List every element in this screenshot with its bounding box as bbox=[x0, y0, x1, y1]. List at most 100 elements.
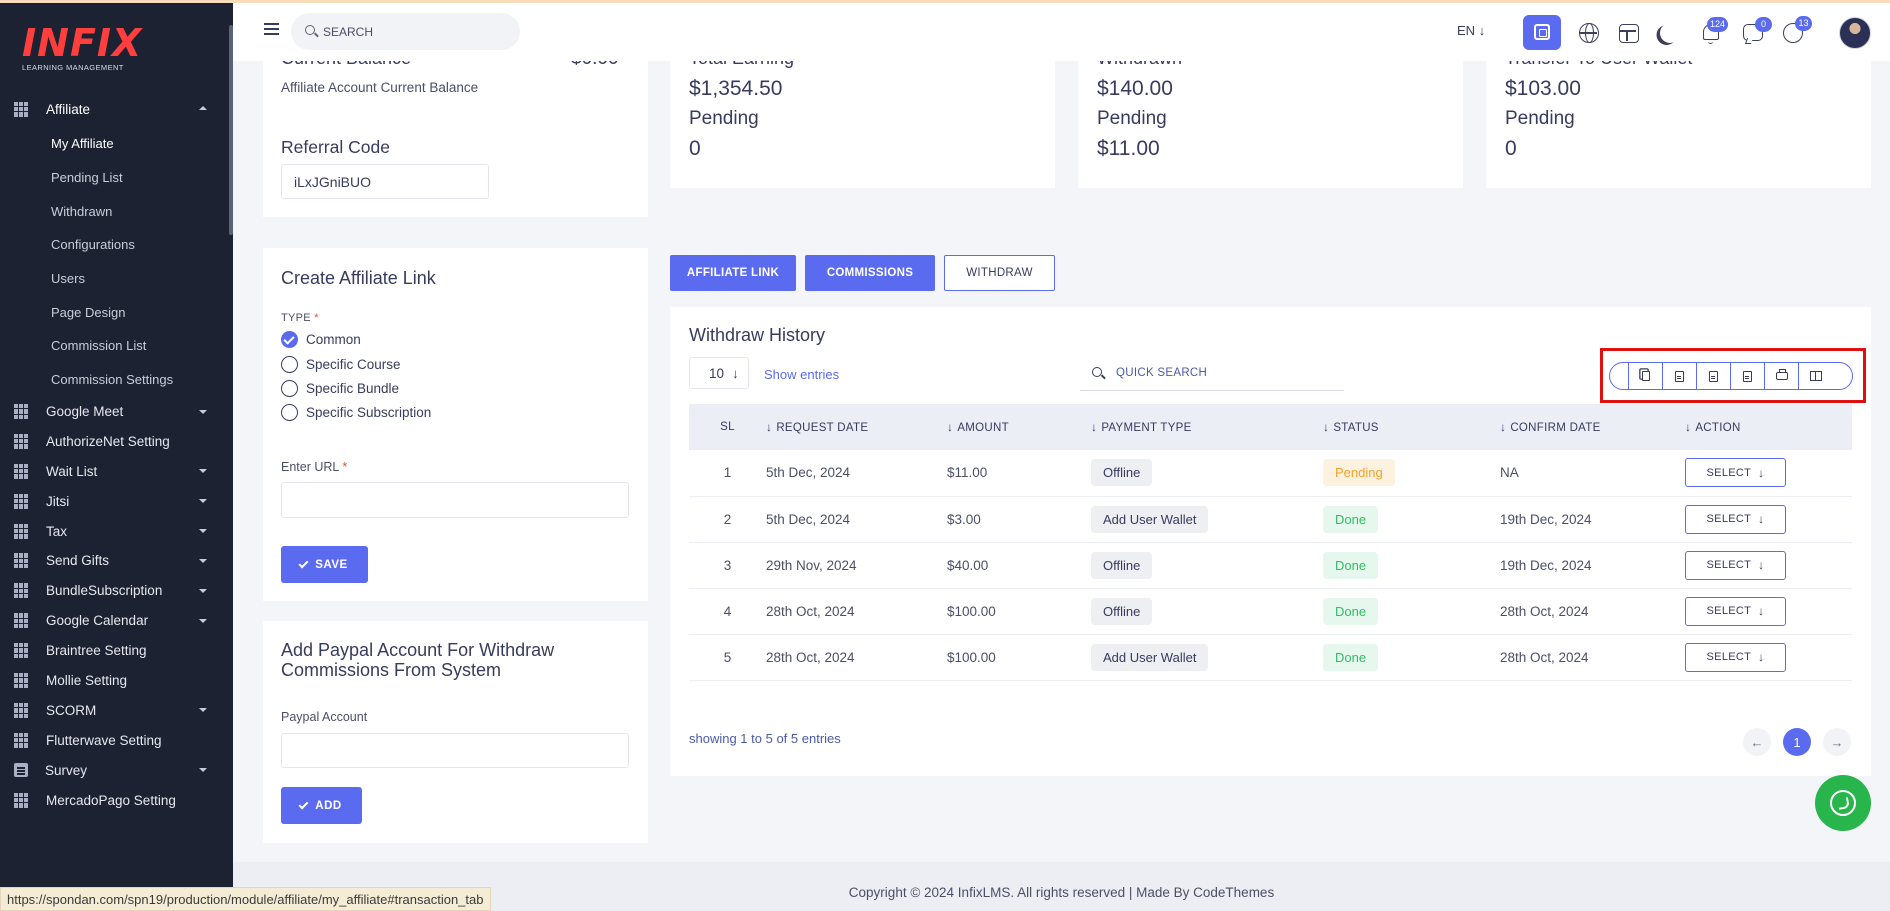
grid-icon bbox=[14, 613, 29, 629]
select-action-button[interactable]: SELECT ↓ bbox=[1685, 642, 1786, 672]
cell-request-date: 5th Dec, 2024 bbox=[766, 496, 947, 543]
sort-arrow-icon: ↓ bbox=[947, 420, 954, 434]
stat-pending-label: Pending bbox=[689, 108, 759, 129]
search-input[interactable] bbox=[323, 13, 513, 50]
select-action-button[interactable]: SELECT ↓ bbox=[1685, 504, 1786, 534]
payment-type-badge: Offline bbox=[1091, 459, 1153, 487]
sidebar-item-mollie-setting[interactable]: Mollie Setting bbox=[0, 666, 229, 696]
sidebar-item-wait-list[interactable]: Wait List bbox=[0, 456, 229, 486]
save-button[interactable]: SAVE bbox=[281, 546, 368, 583]
cell-action: SELECT ↓ bbox=[1685, 634, 1852, 681]
save-label: SAVE bbox=[315, 558, 348, 571]
bell-icon[interactable]: 124 bbox=[1703, 17, 1728, 44]
sidebar-item-label: Affiliate bbox=[46, 101, 91, 117]
column-header[interactable]: ↓ PAYMENT TYPE bbox=[1091, 404, 1323, 450]
column-header[interactable]: ↓ CONFIRM DATE bbox=[1500, 404, 1685, 450]
sidebar-item-mercadopago-setting[interactable]: MercadoPago Setting bbox=[0, 785, 229, 815]
csv-icon bbox=[1675, 370, 1684, 382]
csv-button[interactable] bbox=[1662, 363, 1696, 389]
tab-commissions[interactable]: COMMISSIONS bbox=[805, 255, 935, 291]
sidebar-subitem-configurations[interactable]: Configurations bbox=[51, 228, 229, 262]
sidebar-item-label: BundleSubscription bbox=[46, 583, 163, 599]
sidebar-subitem-commission-list[interactable]: Commission List bbox=[51, 329, 229, 363]
check-icon bbox=[298, 558, 309, 568]
cell-status: Done bbox=[1323, 588, 1500, 635]
print-button[interactable] bbox=[1764, 363, 1798, 389]
sidebar-item-label: Google Meet bbox=[46, 403, 124, 419]
export-buttons bbox=[1609, 362, 1853, 390]
referral-code-field[interactable]: iLxJGniBUO bbox=[281, 164, 489, 199]
caret-down-icon bbox=[199, 499, 207, 504]
sidebar-item-google-meet[interactable]: Google Meet bbox=[0, 397, 229, 427]
sidebar-item-authorizenet-setting[interactable]: AuthorizeNet Setting bbox=[0, 426, 229, 456]
moon-icon[interactable] bbox=[1656, 19, 1683, 46]
sidebar-subitem-commission-settings[interactable]: Commission Settings bbox=[51, 363, 229, 397]
language-select[interactable]: EN ↓ bbox=[1457, 23, 1485, 38]
next-page-button[interactable]: → bbox=[1823, 728, 1851, 756]
select-action-button[interactable]: SELECT ↓ bbox=[1685, 458, 1786, 488]
column-header[interactable]: ↓ STATUS bbox=[1323, 404, 1500, 450]
select-action-button[interactable]: SELECT ↓ bbox=[1685, 596, 1786, 626]
sidebar-item-scorm[interactable]: SCORM bbox=[0, 695, 229, 725]
required-mark: * bbox=[342, 460, 348, 474]
sidebar-subitem-my-affiliate[interactable]: My Affiliate bbox=[51, 127, 229, 161]
whatsapp-icon[interactable]: 13 bbox=[1783, 16, 1812, 43]
cell-sl: 4 bbox=[689, 588, 766, 635]
column-header[interactable]: ↓ REQUEST DATE bbox=[766, 404, 947, 450]
print-icon bbox=[1775, 369, 1788, 380]
radio-specific-subscription[interactable]: Specific Subscription bbox=[281, 404, 431, 421]
sidebar-subitem-withdrawn[interactable]: Withdrawn bbox=[51, 194, 229, 228]
status-badge: Done bbox=[1323, 643, 1379, 671]
logo[interactable]: INFIX LEARNING MANAGEMENT bbox=[22, 23, 142, 73]
sidebar-item-google-calendar[interactable]: Google Calendar bbox=[0, 606, 229, 636]
sidebar-item-survey[interactable]: Survey bbox=[0, 755, 229, 785]
cell-payment-type: Add User Wallet bbox=[1091, 496, 1323, 543]
quick-search-input[interactable] bbox=[1116, 357, 1336, 389]
sidebar-subitem-page-design[interactable]: Page Design bbox=[51, 295, 229, 329]
whatsapp-chat-button[interactable] bbox=[1815, 775, 1871, 831]
chip-icon[interactable] bbox=[1523, 15, 1561, 50]
column-header[interactable]: SL bbox=[689, 404, 766, 450]
prev-page-button[interactable]: ← bbox=[1743, 728, 1771, 756]
hamburger-menu-icon[interactable] bbox=[264, 23, 279, 35]
avatar[interactable] bbox=[1839, 17, 1871, 49]
chat-icon[interactable]: 0 bbox=[1743, 17, 1772, 41]
copy-button[interactable] bbox=[1628, 363, 1662, 389]
sidebar-item-jitsi[interactable]: Jitsi bbox=[0, 486, 229, 516]
arrow-down-icon: ↓ bbox=[1758, 512, 1765, 526]
paypal-input[interactable] bbox=[281, 733, 629, 768]
sidebar-item-flutterwave-setting[interactable]: Flutterwave Setting bbox=[0, 725, 229, 755]
url-label-text: Enter URL bbox=[281, 460, 339, 474]
tab-withdraw[interactable]: WITHDRAW bbox=[944, 255, 1055, 291]
grid-icon bbox=[14, 101, 29, 117]
pdf-button[interactable] bbox=[1730, 363, 1764, 389]
radio-common[interactable]: Common bbox=[281, 331, 361, 348]
sidebar-item-send-gifts[interactable]: Send Gifts bbox=[0, 546, 229, 576]
radio-specific-course[interactable]: Specific Course bbox=[281, 356, 401, 373]
columns-icon bbox=[1809, 371, 1822, 381]
sidebar-item-tax[interactable]: Tax bbox=[0, 516, 229, 546]
sidebar-subitem-pending-list[interactable]: Pending List bbox=[51, 161, 229, 195]
columns-button[interactable] bbox=[1798, 363, 1832, 389]
add-button[interactable]: ADD bbox=[281, 787, 362, 824]
url-input[interactable] bbox=[281, 482, 629, 518]
radio-specific-bundle[interactable]: Specific Bundle bbox=[281, 380, 399, 397]
sidebar-item-bundlesubscription[interactable]: BundleSubscription bbox=[0, 576, 229, 606]
sidebar-subitem-users[interactable]: Users bbox=[51, 262, 229, 296]
select-action-button[interactable]: SELECT ↓ bbox=[1685, 550, 1786, 580]
pdf-icon bbox=[1743, 370, 1752, 382]
paypal-label: Paypal Account bbox=[281, 710, 368, 724]
grid-icon bbox=[14, 463, 29, 479]
sidebar-item-affiliate[interactable]: Affiliate bbox=[0, 91, 229, 127]
layout-icon[interactable] bbox=[1619, 24, 1639, 43]
sort-arrow-icon: ↓ bbox=[1323, 420, 1330, 434]
tab-affiliate-link[interactable]: AFFILIATE LINK bbox=[670, 255, 796, 291]
globe-icon[interactable] bbox=[1579, 23, 1599, 43]
entries-select[interactable]: 10 ↓ bbox=[689, 357, 749, 389]
grid-icon bbox=[14, 792, 29, 808]
page-button-current[interactable]: 1 bbox=[1783, 728, 1811, 756]
column-header[interactable]: ↓ ACTION bbox=[1685, 404, 1852, 450]
column-header[interactable]: ↓ AMOUNT bbox=[947, 404, 1091, 450]
sidebar-item-braintree-setting[interactable]: Braintree Setting bbox=[0, 636, 229, 666]
excel-button[interactable] bbox=[1696, 363, 1730, 389]
